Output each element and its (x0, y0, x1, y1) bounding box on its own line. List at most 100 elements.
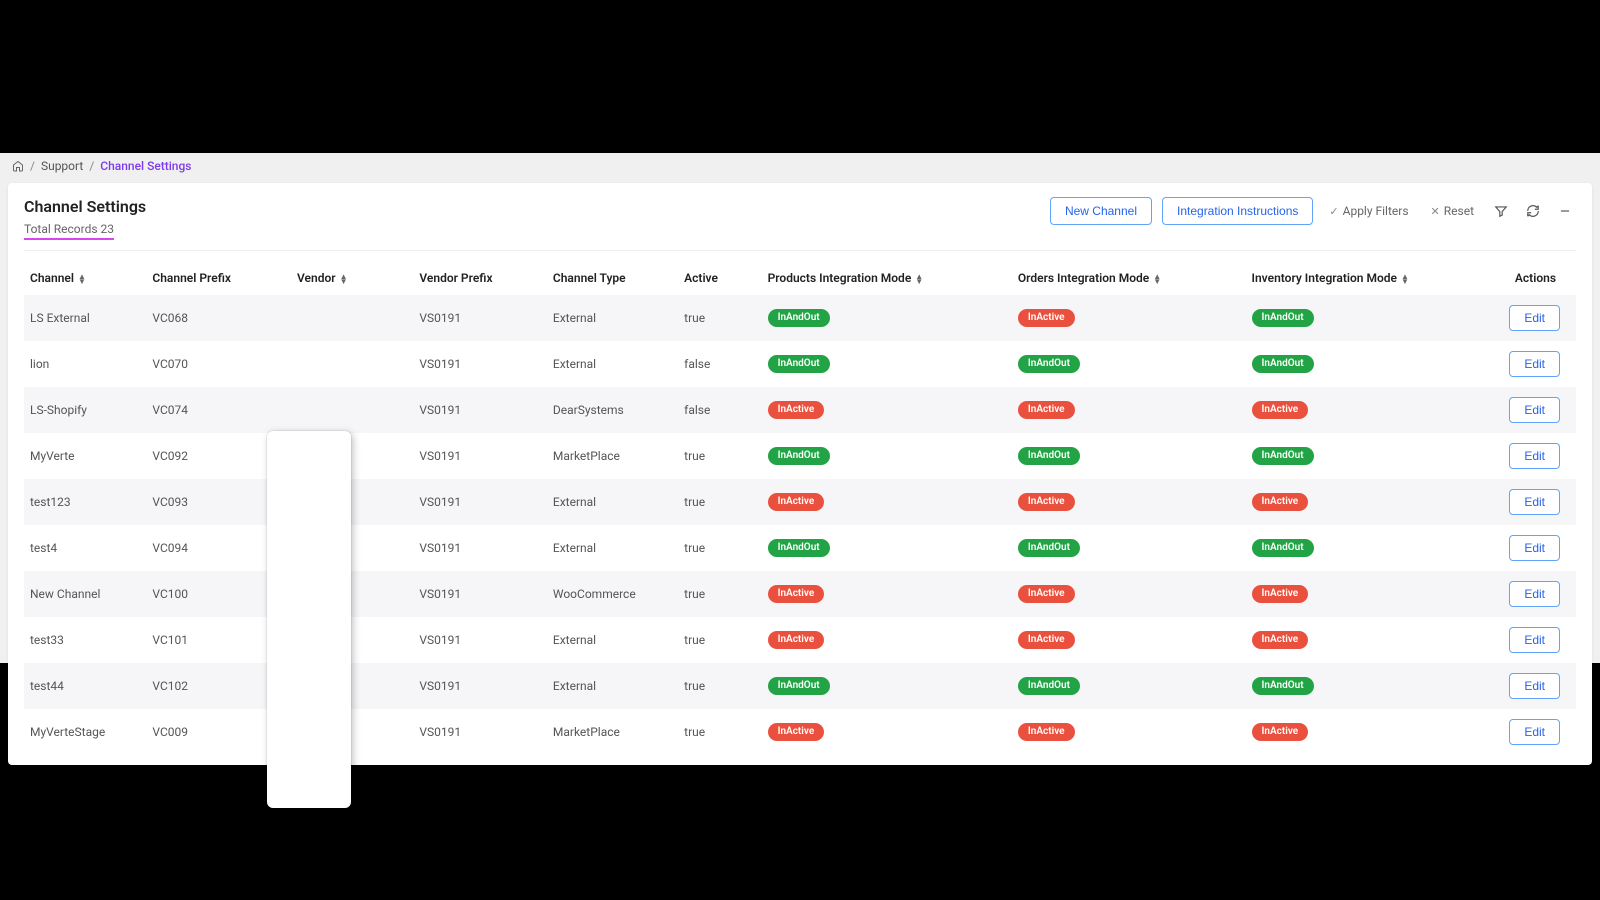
cell-vendor (291, 387, 413, 433)
cell-orders-mode: InAndOut (1012, 663, 1246, 709)
cell-channel-type: MarketPlace (547, 433, 678, 479)
status-badge: InAndOut (1252, 355, 1314, 373)
edit-button[interactable]: Edit (1509, 673, 1560, 699)
cell-channel-prefix: VC074 (146, 387, 291, 433)
refresh-icon[interactable] (1522, 200, 1544, 222)
table-row: MyVerteStageVC009VS0191MarketPlacetrueIn… (24, 709, 1576, 755)
edit-button[interactable]: Edit (1509, 489, 1560, 515)
col-channel-type-label: Channel Type (553, 271, 626, 285)
cell-products-mode: InActive (762, 387, 1012, 433)
edit-button[interactable]: Edit (1509, 351, 1560, 377)
status-badge: InAndOut (1018, 677, 1080, 695)
edit-button[interactable]: Edit (1509, 719, 1560, 745)
col-channel-prefix-label: Channel Prefix (152, 271, 231, 285)
edit-button[interactable]: Edit (1509, 535, 1560, 561)
col-inventory-mode-label: Inventory Integration Mode (1252, 271, 1397, 285)
cell-vendor-prefix: VS0191 (413, 663, 547, 709)
cell-channel-type: DearSystems (547, 387, 678, 433)
cell-orders-mode: InActive (1012, 479, 1246, 525)
cell-channel-type: WooCommerce (547, 571, 678, 617)
status-badge: InAndOut (1252, 677, 1314, 695)
cell-channel: test44 (24, 663, 146, 709)
home-icon[interactable] (12, 160, 24, 172)
col-channel-type[interactable]: Channel Type (547, 261, 678, 295)
collapse-icon[interactable] (1554, 200, 1576, 222)
edit-button[interactable]: Edit (1509, 443, 1560, 469)
cell-vendor-prefix: VS0191 (413, 479, 547, 525)
cell-vendor-prefix: VS0191 (413, 433, 547, 479)
status-badge: InActive (1018, 493, 1075, 511)
status-badge: InActive (1252, 631, 1309, 649)
status-badge: InActive (1018, 723, 1075, 741)
check-icon: ✓ (1329, 205, 1338, 218)
col-active[interactable]: Active (678, 261, 761, 295)
table-row: New ChannelVC100VS0191WooCommercetrueInA… (24, 571, 1576, 617)
edit-button[interactable]: Edit (1509, 305, 1560, 331)
cell-channel: MyVerteStage (24, 709, 146, 755)
col-products-mode[interactable]: Products Integration Mode▲▼ (762, 261, 1012, 295)
cell-vendor (291, 295, 413, 341)
status-badge: InActive (1018, 631, 1075, 649)
cell-channel-type: External (547, 663, 678, 709)
col-orders-mode[interactable]: Orders Integration Mode▲▼ (1012, 261, 1246, 295)
sort-icon: ▲▼ (78, 274, 86, 284)
app-region: / Support / Channel Settings Channel Set… (0, 153, 1600, 663)
cell-channel-prefix: VC068 (146, 295, 291, 341)
cell-actions: Edit (1485, 387, 1576, 433)
breadcrumb-support[interactable]: Support (41, 159, 83, 173)
apply-filters-button[interactable]: ✓ Apply Filters (1323, 200, 1414, 222)
col-vendor-prefix[interactable]: Vendor Prefix (413, 261, 547, 295)
status-badge: InActive (1018, 309, 1075, 327)
cell-active: true (678, 295, 761, 341)
cell-channel-type: External (547, 341, 678, 387)
cell-vendor-prefix: VS0191 (413, 617, 547, 663)
status-badge: InActive (768, 723, 825, 741)
cell-orders-mode: InActive (1012, 387, 1246, 433)
col-actions-label: Actions (1515, 271, 1556, 285)
vendor-dropdown-popover[interactable] (267, 431, 351, 808)
cell-actions: Edit (1485, 341, 1576, 387)
panel-title-wrap: Channel Settings Total Records 23 (24, 197, 146, 240)
filter-icon[interactable] (1490, 200, 1512, 222)
col-channel[interactable]: Channel▲▼ (24, 261, 146, 295)
cell-vendor-prefix: VS0191 (413, 341, 547, 387)
cell-inventory-mode: InAndOut (1246, 525, 1485, 571)
col-channel-prefix[interactable]: Channel Prefix (146, 261, 291, 295)
status-badge: InActive (1018, 401, 1075, 419)
status-badge: InAndOut (1252, 447, 1314, 465)
cell-orders-mode: InAndOut (1012, 525, 1246, 571)
cell-channel: LS External (24, 295, 146, 341)
table-row: lionVC070VS0191ExternalfalseInAndOutInAn… (24, 341, 1576, 387)
cell-inventory-mode: InAndOut (1246, 663, 1485, 709)
col-orders-mode-label: Orders Integration Mode (1018, 271, 1149, 285)
status-badge: InAndOut (768, 355, 830, 373)
new-channel-button[interactable]: New Channel (1050, 197, 1152, 225)
integration-instructions-button[interactable]: Integration Instructions (1162, 197, 1313, 225)
table-wrap: Channel▲▼ Channel Prefix Vendor▲▼ Vendor… (24, 261, 1576, 755)
status-badge: InAndOut (768, 539, 830, 557)
cell-active: true (678, 525, 761, 571)
cell-products-mode: InAndOut (762, 663, 1012, 709)
cell-inventory-mode: InActive (1246, 387, 1485, 433)
cell-products-mode: InActive (762, 617, 1012, 663)
table-row: MyVerteVC092VS0191MarketPlacetrueInAndOu… (24, 433, 1576, 479)
col-vendor[interactable]: Vendor▲▼ (291, 261, 413, 295)
cell-products-mode: InAndOut (762, 525, 1012, 571)
panel-actions: New Channel Integration Instructions ✓ A… (1050, 197, 1576, 225)
cell-actions: Edit (1485, 433, 1576, 479)
edit-button[interactable]: Edit (1509, 581, 1560, 607)
edit-button[interactable]: Edit (1509, 627, 1560, 653)
cell-channel-prefix: VC070 (146, 341, 291, 387)
col-actions: Actions (1485, 261, 1576, 295)
col-inventory-mode[interactable]: Inventory Integration Mode▲▼ (1246, 261, 1485, 295)
reset-button[interactable]: ✕ Reset (1425, 200, 1480, 222)
cell-vendor-prefix: VS0191 (413, 387, 547, 433)
edit-button[interactable]: Edit (1509, 397, 1560, 423)
cell-active: true (678, 663, 761, 709)
table-header-row: Channel▲▼ Channel Prefix Vendor▲▼ Vendor… (24, 261, 1576, 295)
cell-orders-mode: InActive (1012, 617, 1246, 663)
status-badge: InAndOut (768, 447, 830, 465)
main-panel: Channel Settings Total Records 23 New Ch… (8, 183, 1592, 765)
col-active-label: Active (684, 271, 718, 285)
cell-channel-type: MarketPlace (547, 709, 678, 755)
